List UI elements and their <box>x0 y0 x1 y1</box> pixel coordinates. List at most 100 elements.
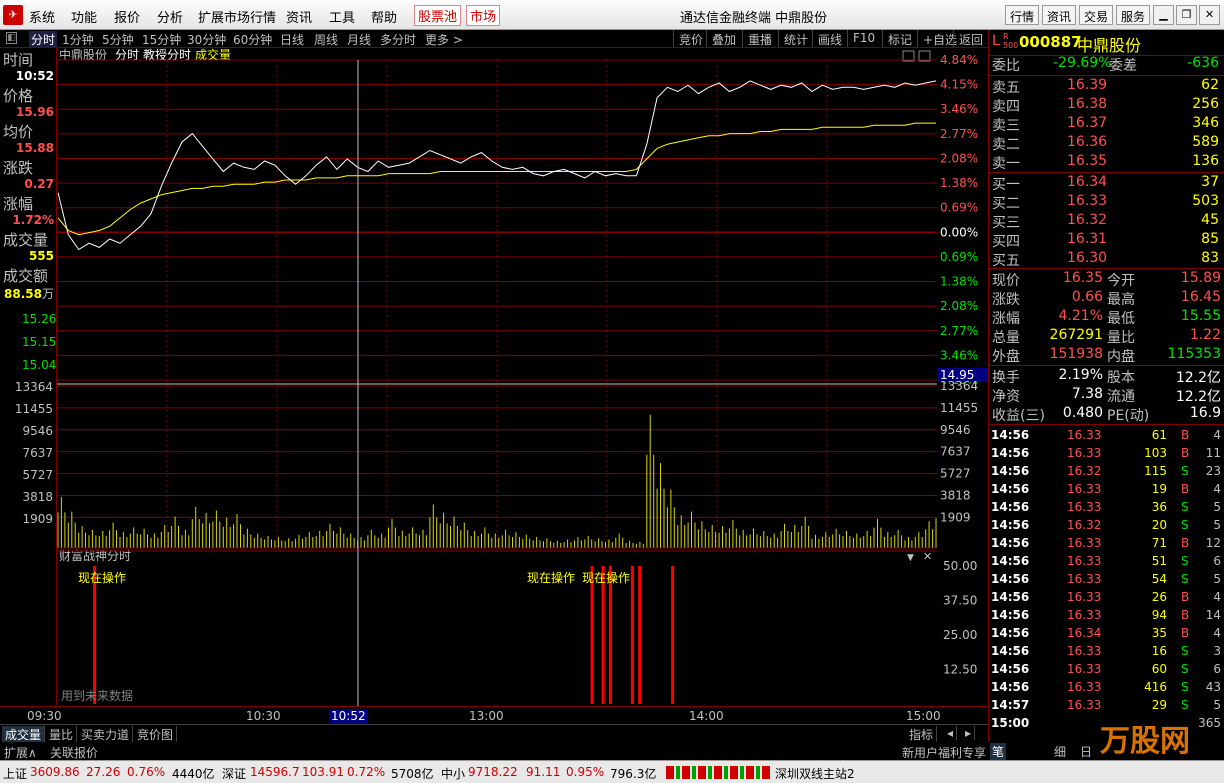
amount-label: 成交额 <box>3 267 49 285</box>
tick-side: S <box>1181 464 1189 478</box>
tab-details[interactable]: 细 <box>1054 743 1066 760</box>
tab-more[interactable]: 更多 > <box>425 31 463 48</box>
menu-item-news[interactable]: 资讯 <box>286 7 312 26</box>
sme-index-value: 9718.22 <box>468 765 518 779</box>
menu-item-analysis[interactable]: 分析 <box>157 7 183 26</box>
bids-row[interactable]: 买五 16.30 83 <box>991 250 1223 269</box>
tick-volume: 29 <box>1151 698 1167 712</box>
volume-value: 555 <box>28 249 54 263</box>
asks-row[interactable]: 卖一 16.35 136 <box>991 153 1223 172</box>
tick-side: B <box>1181 446 1190 460</box>
tick-count: 3 <box>1213 644 1221 658</box>
bids-row[interactable]: 买一 16.34 37 <box>991 174 1223 193</box>
app-logo-icon: ✈ <box>3 5 23 25</box>
back-button[interactable]: 返回 <box>953 30 988 47</box>
quote-label: 总量 <box>992 330 1020 346</box>
chart-canvas[interactable]: 中鼎股份 分时 教授分时 成交量财富战神分时 ▼ ✕现在操作 现在操作 现在操作用到未来数据 <box>57 48 937 706</box>
close-icon[interactable]: ✕ <box>1199 5 1220 25</box>
asks-row[interactable]: 卖五 16.39 62 <box>991 77 1223 96</box>
sub-close-icon[interactable]: ✕ <box>923 550 932 563</box>
service-button[interactable]: 服务 <box>1116 5 1151 25</box>
tick-time: 14:56 <box>991 572 1030 586</box>
extend-toggle[interactable]: 扩展∧ <box>4 744 37 761</box>
tick-count: 5 <box>1213 698 1221 712</box>
bids-price: 16.31 <box>1067 231 1108 247</box>
quote-button[interactable]: 行情 <box>1005 5 1040 25</box>
f10-button[interactable]: F10 <box>847 30 880 47</box>
menu-item-quote[interactable]: 报价 <box>114 7 140 26</box>
volume-tick: 13364 <box>940 379 978 393</box>
asks-row[interactable]: 卖三 16.37 346 <box>991 115 1223 134</box>
auction-button[interactable]: 竞价 <box>673 30 708 47</box>
asks-row[interactable]: 卖四 16.38 256 <box>991 96 1223 115</box>
draw-button[interactable]: 画线 <box>812 30 847 47</box>
intraday-chart[interactable]: 中鼎股份 分时 教授分时 成交量 财富战神分时 ▼ ✕ 现在操作 现在操作 现在操作 用到未来数据 <box>57 48 937 706</box>
trade-button[interactable]: 交易 <box>1079 5 1114 25</box>
bids-row[interactable]: 买三 16.32 45 <box>991 212 1223 231</box>
trade-tick-row: 14:56 16.33 94 B 14 <box>991 607 1223 625</box>
sz-index-change: 103.91 <box>302 765 344 779</box>
related-quote-button[interactable]: 关联报价 <box>50 744 98 761</box>
fund-label: 股本 <box>1107 370 1135 386</box>
tick-price: 16.33 <box>1067 572 1102 586</box>
sub-dropdown-icon[interactable]: ▼ <box>907 553 914 563</box>
tick-side: B <box>1181 428 1190 442</box>
maximize-icon[interactable]: ❐ <box>1176 5 1197 25</box>
mark-button[interactable]: 标记 <box>882 30 917 47</box>
tab-trades[interactable]: 笔 <box>990 743 1007 760</box>
tab-buy-sell-force[interactable]: 买卖力道 <box>78 726 134 743</box>
bids-level: 买三 <box>992 215 1020 231</box>
tab-volume[interactable]: 成交量 <box>2 726 46 743</box>
tick-volume: 16 <box>1151 644 1167 658</box>
tick-time: 14:56 <box>991 626 1030 640</box>
tab-auction-chart[interactable]: 竞价图 <box>134 726 178 743</box>
tab-daily[interactable]: 日线 <box>280 31 304 48</box>
scroll-left-icon[interactable]: ◂ <box>944 726 958 740</box>
trade-tick-row: 14:56 16.34 35 B 4 <box>991 625 1223 643</box>
scroll-right-icon[interactable]: ▸ <box>962 726 976 740</box>
panel-toggle-icon[interactable]: ◧ <box>6 32 17 44</box>
tab-intraday[interactable]: 分时 <box>29 31 58 48</box>
tab-1min[interactable]: 1分钟 <box>62 31 94 48</box>
asks-row[interactable]: 卖二 16.36 589 <box>991 134 1223 153</box>
server-name[interactable]: 深圳双线主站2 <box>775 765 855 782</box>
tab-30min[interactable]: 30分钟 <box>187 31 226 48</box>
indicator-button[interactable]: 指标 <box>906 726 938 743</box>
fundamental-row: 净资 7.38 流通 12.2亿 <box>991 386 1223 405</box>
tick-price: 16.34 <box>1067 626 1102 640</box>
tab-weekly[interactable]: 周线 <box>314 31 338 48</box>
market-button[interactable]: 市场 <box>466 5 501 26</box>
tick-time: 14:56 <box>991 680 1030 694</box>
menu-item-function[interactable]: 功能 <box>71 7 97 26</box>
new-user-benefit-link[interactable]: 新用户福利专享 <box>902 744 986 761</box>
overlay-button[interactable]: 叠加 <box>706 30 741 47</box>
menu-item-system[interactable]: 系统 <box>29 7 55 26</box>
tab-monthly[interactable]: 月线 <box>347 31 371 48</box>
bids-volume: 83 <box>1201 250 1219 266</box>
sub-tick: 37.50 <box>943 594 977 608</box>
tick-count: 4 <box>1213 482 1221 496</box>
weidiff-value: -636 <box>1187 55 1219 71</box>
tab-5min[interactable]: 5分钟 <box>102 31 134 48</box>
bids-row[interactable]: 买二 16.33 503 <box>991 193 1223 212</box>
menu-item-help[interactable]: 帮助 <box>371 7 397 26</box>
tab-volume-ratio[interactable]: 量比 <box>46 726 78 743</box>
replay-button[interactable]: 重播 <box>742 30 777 47</box>
tab-daily-detail[interactable]: 日 <box>1080 743 1092 760</box>
news-button[interactable]: 资讯 <box>1042 5 1077 25</box>
stock-pool-button[interactable]: 股票池 <box>414 5 462 26</box>
stats-button[interactable]: 统计 <box>778 30 813 47</box>
trade-tick-row: 14:56 16.33 26 B 4 <box>991 589 1223 607</box>
tab-multi-intraday[interactable]: 多分时 <box>380 31 416 48</box>
tick-side: S <box>1181 662 1189 676</box>
tick-count: 43 <box>1205 680 1221 694</box>
tab-15min[interactable]: 15分钟 <box>142 31 181 48</box>
bids-row[interactable]: 买四 16.31 85 <box>991 231 1223 250</box>
menu-item-extended-market[interactable]: 扩展市场行情 <box>198 7 276 26</box>
menu-item-tools[interactable]: 工具 <box>329 7 355 26</box>
bids-price: 16.32 <box>1067 212 1108 228</box>
left-volume-tick: 7637 <box>22 446 53 460</box>
minimize-icon[interactable]: ▁ <box>1153 5 1174 25</box>
tick-volume: 26 <box>1151 590 1167 604</box>
tab-60min[interactable]: 60分钟 <box>233 31 272 48</box>
